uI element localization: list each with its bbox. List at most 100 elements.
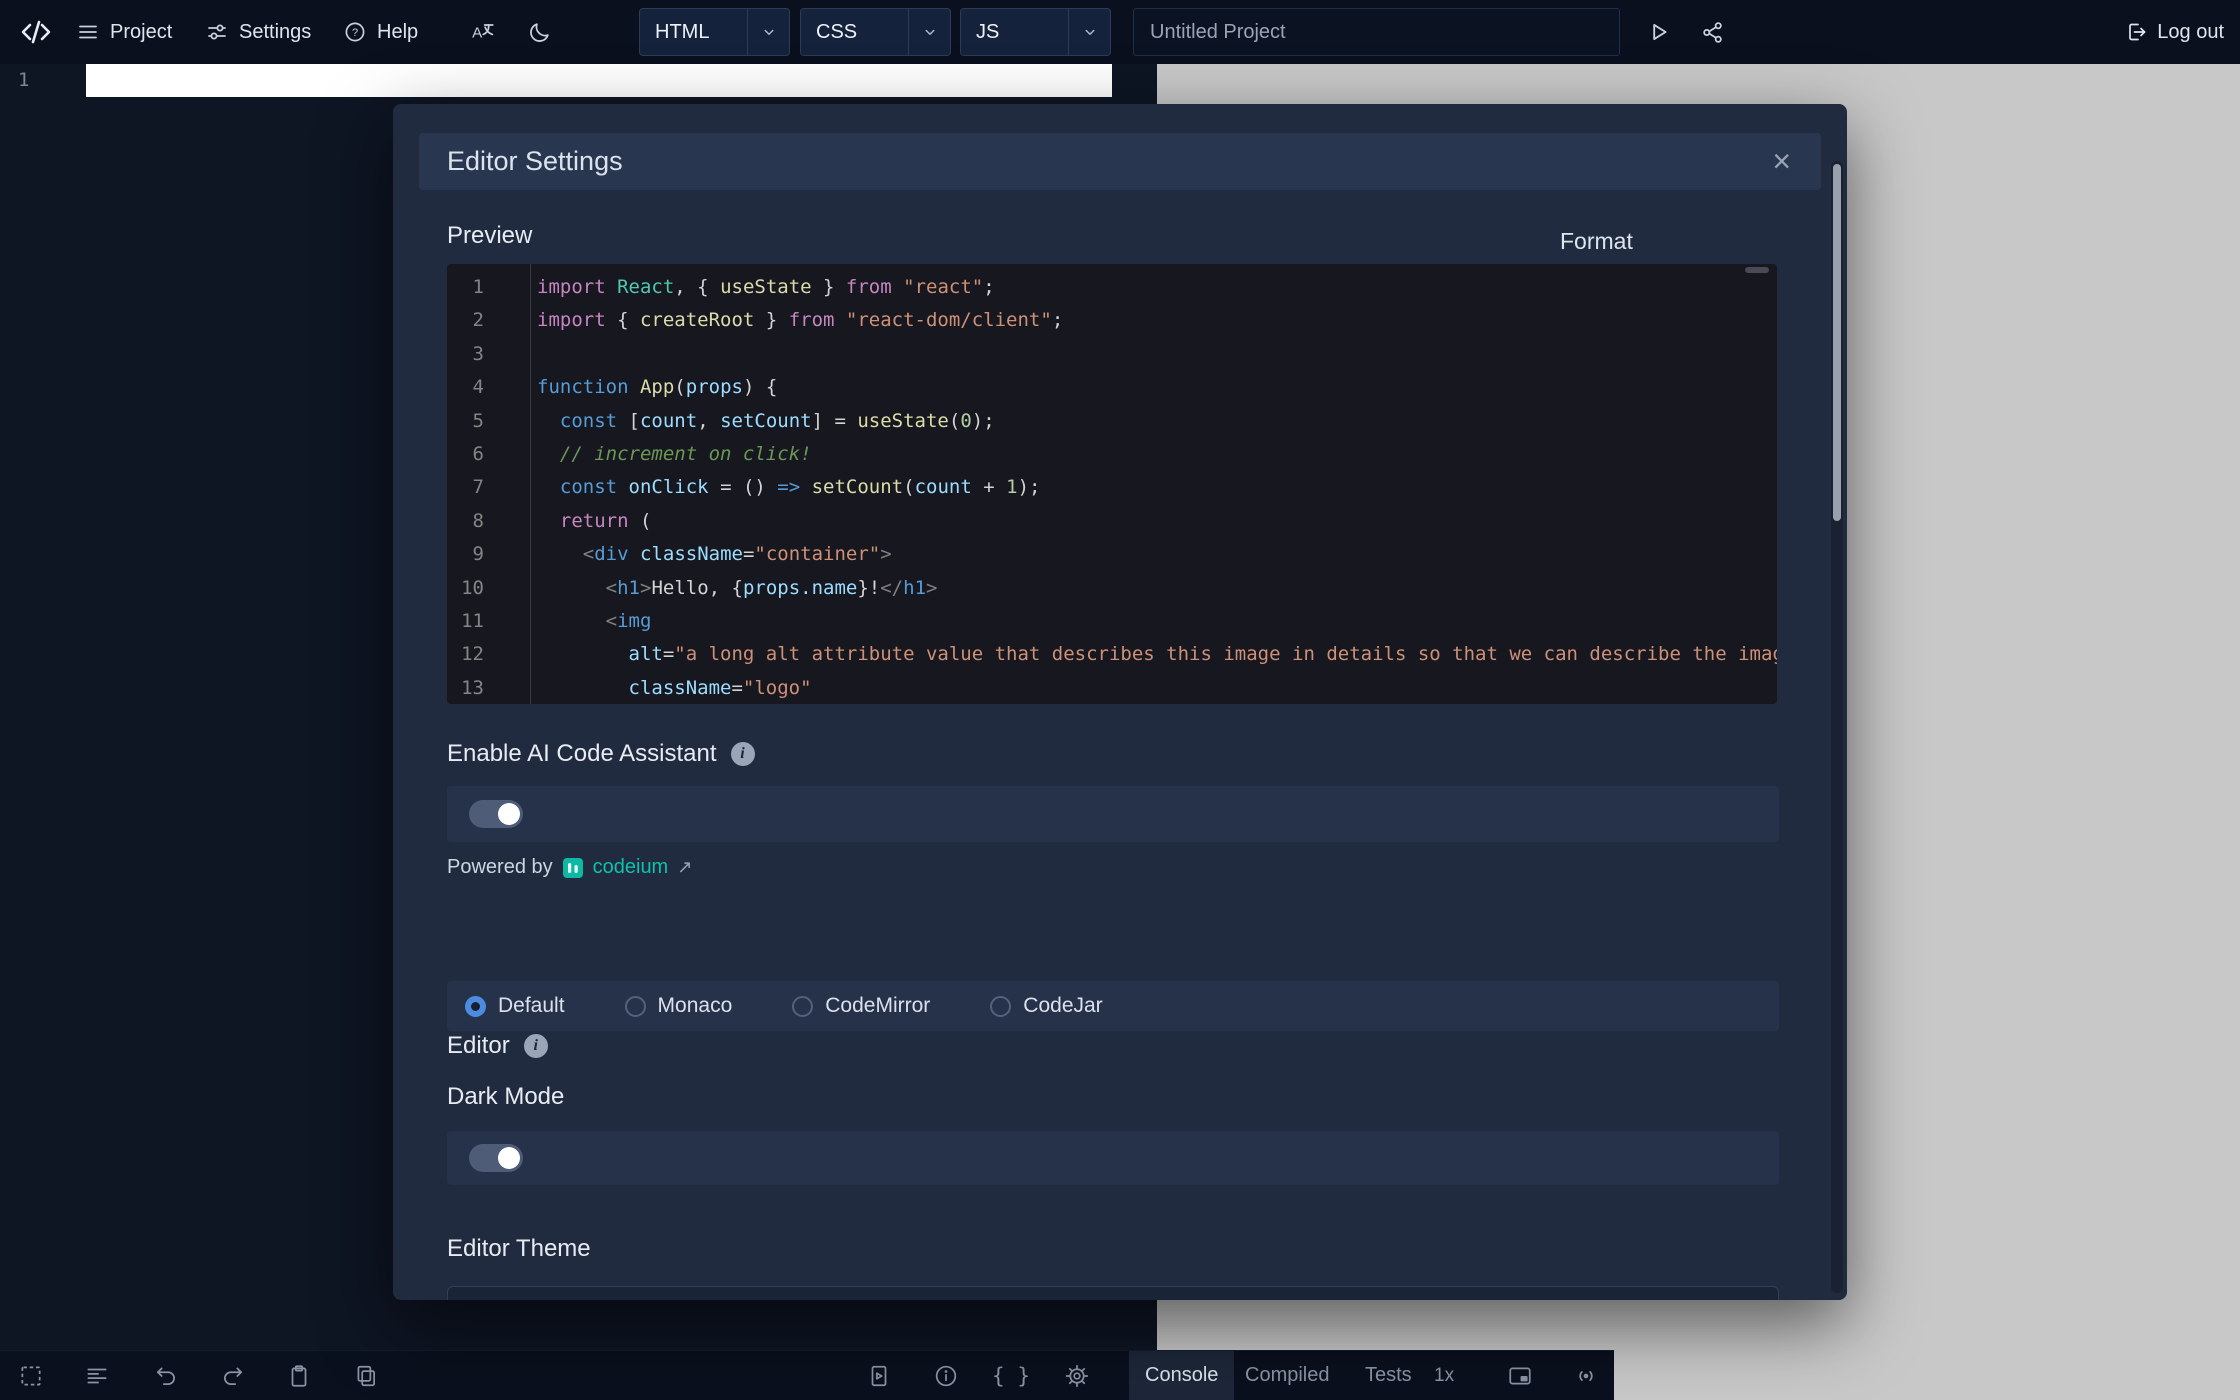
radio-option-codejar[interactable]: CodeJar <box>990 994 1102 1018</box>
code-line: <h1>Hello, {props.name}!</h1> <box>537 572 1777 605</box>
line-number: 12 <box>447 638 530 671</box>
format-button[interactable]: Format <box>1560 228 1633 255</box>
picture-in-picture-icon[interactable] <box>1500 1356 1540 1396</box>
logout-icon <box>2124 20 2148 44</box>
help-menu-button[interactable]: ? Help <box>343 0 418 64</box>
ai-assistant-section-label: Enable AI Code Assistant i <box>447 740 755 768</box>
chevron-down-icon[interactable] <box>908 9 950 55</box>
code-line: return ( <box>537 505 1777 538</box>
editor-section-label: Editor i <box>447 1032 548 1060</box>
logout-button[interactable]: Log out <box>2124 0 2224 64</box>
clipboard-icon[interactable] <box>279 1356 319 1396</box>
chevron-down-icon[interactable] <box>747 9 789 55</box>
gear-icon[interactable] <box>1057 1356 1097 1396</box>
toggle-knob <box>498 1147 520 1169</box>
code-line: const onClick = () => setCount(count + 1… <box>537 471 1777 504</box>
code-scrollbar-thumb[interactable] <box>1745 267 1769 273</box>
settings-menu-label: Settings <box>239 21 311 44</box>
code-line: <img <box>537 605 1777 638</box>
line-number: 2 <box>447 304 530 337</box>
braces-icon[interactable]: { } <box>991 1356 1031 1396</box>
radio-option-default[interactable]: Default <box>465 994 565 1018</box>
broadcast-icon[interactable] <box>1566 1356 1606 1396</box>
ai-assistant-label-text: Enable AI Code Assistant <box>447 740 717 768</box>
css-editor-select[interactable]: CSS <box>800 8 951 56</box>
line-number: 5 <box>447 405 530 438</box>
radio-label: CodeMirror <box>825 994 930 1018</box>
html-editor-select[interactable]: HTML <box>639 8 790 56</box>
editor-theme-select[interactable] <box>447 1286 1779 1300</box>
editor-choice-row: Default Monaco CodeMirror CodeJar <box>447 981 1779 1031</box>
html-editor-select-label: HTML <box>640 9 747 55</box>
radio-button[interactable] <box>990 996 1011 1017</box>
chevron-down-icon[interactable] <box>1068 9 1110 55</box>
dark-mode-label-text: Dark Mode <box>447 1083 564 1111</box>
editor-line-number: 1 <box>18 69 29 91</box>
line-number: 13 <box>447 672 530 704</box>
code-line: import React, { useState } from "react"; <box>537 271 1777 304</box>
external-link-icon: ↗ <box>677 857 692 878</box>
preview-label: Preview <box>447 222 532 250</box>
question-circle-icon: ? <box>343 20 367 44</box>
tab-compiled[interactable]: Compiled <box>1229 1351 1345 1400</box>
code-line: // increment on click! <box>537 438 1777 471</box>
info-icon[interactable] <box>926 1356 966 1396</box>
app-logo-icon[interactable] <box>14 0 58 64</box>
editor-theme-section-label: Editor Theme <box>447 1235 591 1263</box>
line-number: 1 <box>447 271 530 304</box>
undo-icon[interactable] <box>146 1356 186 1396</box>
codeium-link[interactable]: codeium <box>593 856 669 879</box>
close-icon[interactable]: × <box>1772 133 1791 190</box>
info-icon[interactable]: i <box>524 1034 548 1058</box>
code-line <box>537 338 1777 371</box>
powered-by-codeium: Powered by codeium ↗ <box>447 856 692 879</box>
radio-button[interactable] <box>625 996 646 1017</box>
line-number: 10 <box>447 572 530 605</box>
help-menu-label: Help <box>377 21 418 44</box>
line-number: 8 <box>447 505 530 538</box>
copy-icon[interactable] <box>346 1356 386 1396</box>
radio-option-codemirror[interactable]: CodeMirror <box>792 994 930 1018</box>
select-region-icon[interactable] <box>11 1356 51 1396</box>
ai-assistant-toggle[interactable] <box>469 800 523 828</box>
line-number: 3 <box>447 338 530 371</box>
share-button[interactable] <box>1700 0 1725 64</box>
code-gutter: 12345678910111213 <box>447 264 530 704</box>
dark-mode-moon-icon[interactable] <box>527 0 552 64</box>
radio-option-monaco[interactable]: Monaco <box>625 994 733 1018</box>
editor-active-line[interactable] <box>86 64 1112 97</box>
run-button[interactable] <box>1645 0 1671 64</box>
code-line: alt="a long alt attribute value that des… <box>537 638 1777 671</box>
redo-icon[interactable] <box>213 1356 253 1396</box>
code-line: const [count, setCount] = useState(0); <box>537 405 1777 438</box>
project-title-input[interactable] <box>1133 8 1620 56</box>
line-number: 4 <box>447 371 530 404</box>
info-icon[interactable]: i <box>731 742 755 766</box>
line-number: 11 <box>447 605 530 638</box>
js-editor-select[interactable]: JS <box>960 8 1111 56</box>
editor-theme-label-text: Editor Theme <box>447 1235 591 1263</box>
export-file-icon[interactable] <box>859 1356 899 1396</box>
ai-assistant-toggle-row <box>447 786 1779 842</box>
modal-title: Editor Settings <box>447 133 623 190</box>
editor-label-text: Editor <box>447 1032 510 1060</box>
tab-console[interactable]: Console <box>1129 1351 1234 1400</box>
format-code-icon[interactable] <box>77 1356 117 1396</box>
editor-settings-modal: Editor Settings × Preview Format 1234567… <box>393 104 1847 1300</box>
radio-button-selected[interactable] <box>465 996 486 1017</box>
settings-menu-button[interactable]: Settings <box>205 0 311 64</box>
radio-button[interactable] <box>792 996 813 1017</box>
hamburger-icon <box>76 20 100 44</box>
zoom-level-button[interactable]: 1x <box>1434 1351 1454 1400</box>
logout-label: Log out <box>2157 21 2224 44</box>
project-menu-button[interactable]: Project <box>76 0 172 64</box>
dark-mode-toggle[interactable] <box>469 1144 523 1172</box>
modal-scrollbar-thumb[interactable] <box>1833 164 1841 521</box>
radio-label: CodeJar <box>1023 994 1102 1018</box>
modal-header: Editor Settings × <box>419 133 1821 190</box>
dark-mode-section-label: Dark Mode <box>447 1083 564 1111</box>
translate-icon[interactable]: A <box>470 0 496 64</box>
tab-tests[interactable]: Tests <box>1349 1351 1428 1400</box>
code-preview-editor[interactable]: 12345678910111213 import React, { useSta… <box>447 264 1777 704</box>
modal-scrollbar-track[interactable] <box>1831 161 1843 1293</box>
